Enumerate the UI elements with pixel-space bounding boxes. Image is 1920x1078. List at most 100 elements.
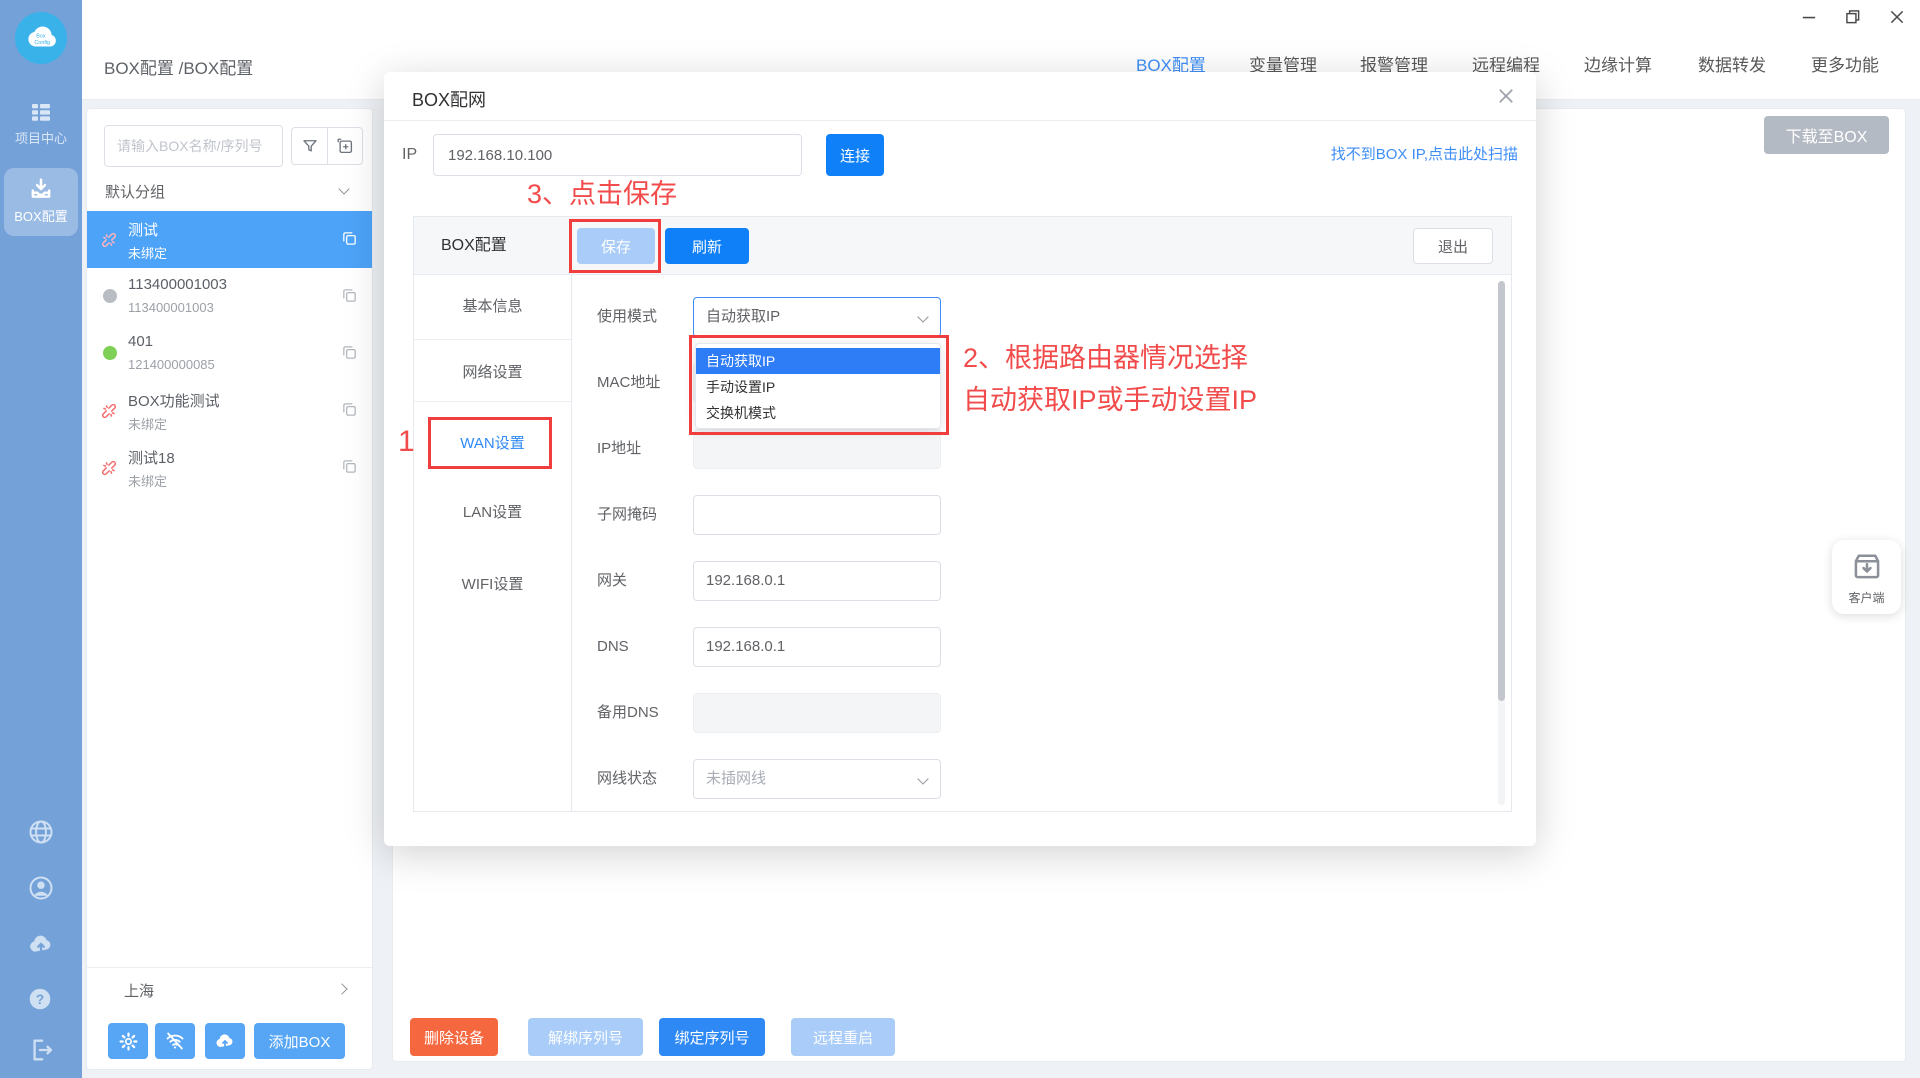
restore-icon[interactable] — [1844, 8, 1862, 26]
dropdown-option-auto-ip[interactable]: 自动获取IP — [696, 348, 940, 374]
group-label: 默认分组 — [105, 181, 165, 202]
box-config-panel: BOX配置 保存 刷新 退出 基本信息 网络设置 WAN设置 LAN设置 WIF… — [413, 216, 1512, 812]
tab-basic-info[interactable]: 基本信息 — [414, 290, 571, 324]
copy-icon[interactable] — [341, 230, 359, 248]
copy-icon[interactable] — [341, 344, 359, 362]
tab-lan-settings[interactable]: LAN设置 — [414, 496, 571, 530]
tab-wifi-settings[interactable]: WIFI设置 — [414, 568, 571, 602]
tab-network-settings[interactable]: 网络设置 — [414, 356, 571, 390]
wifi-config-button[interactable] — [155, 1023, 195, 1059]
dropdown-option-manual-ip[interactable]: 手动设置IP — [696, 374, 940, 400]
app-logo: Box Config — [15, 12, 67, 64]
unbind-serial-button[interactable]: 解绑序列号 — [528, 1018, 643, 1056]
scrollbar-track[interactable] — [1498, 281, 1505, 805]
device-row[interactable]: 401 121400000085 — [87, 325, 372, 382]
scrollbar-thumb[interactable] — [1498, 281, 1505, 701]
cable-status-value: 未插网线 — [706, 770, 766, 787]
annotation-step2: 2、根据路由器情况选择 自动获取IP或手动设置IP — [963, 337, 1257, 421]
grid-icon — [28, 100, 54, 124]
tab-wan-settings[interactable]: WAN设置 — [414, 427, 571, 461]
dns-input[interactable]: 192.168.0.1 — [693, 627, 941, 667]
exit-icon[interactable] — [27, 1036, 55, 1064]
copy-icon[interactable] — [341, 401, 359, 419]
group-header-default[interactable]: 默认分组 — [87, 171, 372, 211]
save-button[interactable]: 保存 — [577, 228, 655, 264]
download-to-box-button[interactable]: 下载至BOX — [1764, 116, 1889, 154]
chevron-down-icon — [917, 311, 928, 322]
backup-dns-input — [693, 693, 941, 733]
dialog-close-icon[interactable] — [1496, 86, 1516, 106]
chevron-down-icon — [917, 773, 928, 784]
annotation-step2-line2: 自动获取IP或手动设置IP — [963, 379, 1257, 421]
cloud-upload-icon — [214, 1030, 236, 1052]
sidebar-item-label: 项目中心 — [15, 131, 67, 146]
search-input[interactable] — [104, 125, 283, 167]
close-icon[interactable] — [1888, 8, 1906, 26]
wifi-off-icon — [164, 1030, 186, 1052]
subnet-mask-input[interactable] — [693, 495, 941, 535]
dropdown-option-switch-mode[interactable]: 交换机模式 — [696, 400, 940, 426]
device-name: 113400001003 — [128, 276, 227, 293]
box-network-dialog: BOX配网 IP 连接 找不到BOX IP,点击此处扫描 BOX配置 保存 刷新… — [384, 72, 1536, 846]
cloud-logo-icon: Box Config — [21, 22, 61, 54]
ip-address-input — [693, 429, 941, 469]
nav-more-functions[interactable]: 更多功能 — [1811, 54, 1879, 78]
svg-text:Config: Config — [34, 40, 50, 46]
mode-label: 使用模式 — [597, 297, 657, 337]
device-row[interactable]: BOX功能测试 未绑定 — [87, 382, 372, 439]
nav-edge-computing[interactable]: 边缘计算 — [1584, 54, 1652, 78]
dialog-divider — [384, 120, 1536, 121]
filter-icon[interactable] — [292, 128, 327, 164]
panel-header: BOX配置 保存 刷新 退出 — [414, 217, 1511, 275]
add-group-icon[interactable] — [327, 128, 362, 164]
panel-title: BOX配置 — [441, 217, 507, 275]
ip-input[interactable] — [433, 134, 802, 176]
refresh-button[interactable]: 刷新 — [665, 228, 749, 264]
cloud-sync-button[interactable] — [205, 1023, 245, 1059]
client-download-float-button[interactable]: 客户端 — [1832, 540, 1901, 614]
nav-data-forwarding[interactable]: 数据转发 — [1698, 54, 1766, 78]
chevron-right-icon — [336, 983, 347, 994]
exit-button[interactable]: 退出 — [1413, 228, 1493, 264]
device-serial: 未绑定 — [128, 414, 167, 433]
ip-address-label: IP地址 — [597, 429, 641, 469]
breadcrumb: BOX配置 /BOX配置 — [104, 54, 253, 79]
annotation-step3: 3、点击保存 — [527, 172, 677, 211]
download-icon — [27, 176, 55, 202]
device-name: 测试 — [128, 219, 158, 240]
subnet-mask-label: 子网掩码 — [597, 495, 657, 535]
bind-serial-button[interactable]: 绑定序列号 — [659, 1018, 765, 1056]
svg-text:?: ? — [36, 992, 44, 1007]
sidebar-item-box-config[interactable]: BOX配置 — [4, 168, 78, 236]
device-name: 测试18 — [128, 447, 175, 468]
remote-reboot-button[interactable]: 远程重启 — [791, 1018, 895, 1056]
gateway-label: 网关 — [597, 561, 627, 601]
mode-select[interactable]: 自动获取IP — [693, 297, 941, 337]
mode-dropdown-popup: 自动获取IP 手动设置IP 交换机模式 — [695, 343, 941, 429]
cloud-upload-icon[interactable] — [27, 930, 55, 958]
mode-value: 自动获取IP — [706, 308, 780, 325]
device-list-panel: 默认分组 测试 未绑定 113400001003 113400001003 — [86, 108, 373, 1070]
connect-button[interactable]: 连接 — [826, 134, 884, 176]
globe-icon[interactable] — [27, 818, 55, 846]
gateway-input[interactable]: 192.168.0.1 — [693, 561, 941, 601]
device-row[interactable]: 测试18 未绑定 — [87, 439, 372, 496]
tab-divider — [414, 339, 571, 340]
user-icon[interactable] — [27, 874, 55, 902]
copy-icon[interactable] — [341, 287, 359, 305]
minimize-icon[interactable] — [1800, 8, 1818, 26]
settings-tab-column: 基本信息 网络设置 WAN设置 LAN设置 WIFI设置 — [414, 275, 572, 812]
settings-button[interactable] — [108, 1023, 148, 1059]
delete-device-button[interactable]: 删除设备 — [410, 1018, 498, 1056]
cable-status-select[interactable]: 未插网线 — [693, 759, 941, 799]
device-row[interactable]: 测试 未绑定 — [87, 211, 372, 268]
copy-icon[interactable] — [341, 458, 359, 476]
annotation-step2-line1: 2、根据路由器情况选择 — [963, 337, 1257, 379]
status-offline-dot — [103, 289, 117, 303]
group-footer-shanghai[interactable]: 上海 — [87, 967, 372, 1011]
help-icon[interactable]: ? — [27, 986, 55, 1014]
scan-link[interactable]: 找不到BOX IP,点击此处扫描 — [1331, 134, 1518, 176]
add-box-button[interactable]: 添加BOX — [254, 1023, 345, 1059]
device-row[interactable]: 113400001003 113400001003 — [87, 268, 372, 325]
sidebar-item-project-center[interactable]: 项目中心 — [4, 92, 78, 154]
